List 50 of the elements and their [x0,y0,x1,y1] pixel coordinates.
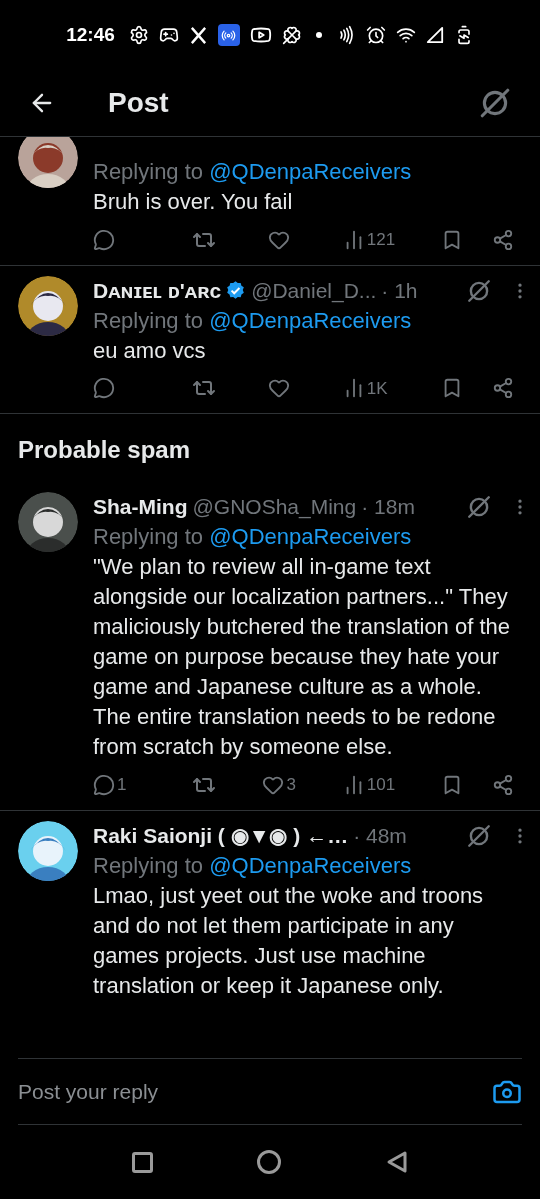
verified-badge-icon [225,280,247,301]
author-name[interactable]: Sha-Ming [93,491,188,523]
post-text: "We plan to review all in-game text alongside our localization partners..." They maliciously butchered the translation of the game on purpose because they hate your game and Japanese culture as a whole. The entire translation needs to be redone from scratch by someone else. [93,553,511,761]
share-icon[interactable] [491,377,514,400]
section-heading: Probable spam [17,435,192,465]
replying-to-line: Replying to @QDenpaReceivers [93,158,413,186]
post-time: · 1h [381,277,418,304]
post-time: · 18m [361,494,415,521]
slashed-circle-icon[interactable] [466,277,492,304]
replying-to-line: Replying to @QDenpaReceivers [93,523,413,551]
page-title: Post [108,86,170,120]
author-name[interactable]: Dᴀɴɪᴇʟ ᴅ'ᴀʀᴄ [93,274,222,307]
replying-to-line: Replying to @QDenpaReceivers [93,306,413,335]
post-text: Bruh is over. You fail [93,188,294,216]
post-text: Lmao, just yeet out the woke and troons and do not let them participate in any games projects. Just use machine translation or keep it Japanese only. [93,881,485,1000]
wifi-icon [395,25,416,45]
reply-count: 1 [117,774,127,796]
mention-link[interactable]: @QDenpaReceivers [209,307,412,333]
author-handle[interactable]: @GNOSha_Ming [192,491,357,523]
slashed-circle-icon[interactable] [466,494,492,520]
view-count: 121 [366,229,396,251]
reply-field[interactable]: Post your reply [18,1075,492,1108]
slashed-circle-icon[interactable] [478,86,512,120]
mention-link[interactable]: @QDenpaReceivers [209,159,412,184]
author-handle[interactable]: @Daniel_D... [251,274,377,307]
alarm-icon [365,25,386,45]
reply-icon[interactable] [93,228,115,251]
replying-to-line: Replying to @QDenpaReceivers [93,851,413,880]
like-icon[interactable] [268,377,291,400]
share-icon[interactable] [491,773,514,796]
signal-icon [425,26,444,44]
reply-icon[interactable] [93,773,115,796]
mention-link[interactable]: @QDenpaReceivers [209,852,412,878]
like-count: 3 [286,774,296,796]
share-icon[interactable] [491,228,514,251]
post-time: · 48m [353,822,407,849]
reply-icon[interactable] [93,377,115,400]
home-button[interactable] [256,1150,281,1174]
view-count: 101 [366,774,396,796]
hotspot-icon [217,24,240,46]
slashed-circle-icon[interactable] [466,822,492,849]
recents-button[interactable] [131,1151,153,1173]
view-count: 1K [366,377,388,400]
x-logo-icon [188,25,208,45]
post-text: eu amo vcs [93,336,207,365]
status-time: 12:46 [66,22,115,47]
gear-icon [128,25,149,45]
author-name[interactable]: Raki Saionji ( ◉▼◉ ) ←… [93,819,349,852]
mention-link[interactable]: @QDenpaReceivers [209,524,412,549]
gamepad-icon [158,25,179,45]
